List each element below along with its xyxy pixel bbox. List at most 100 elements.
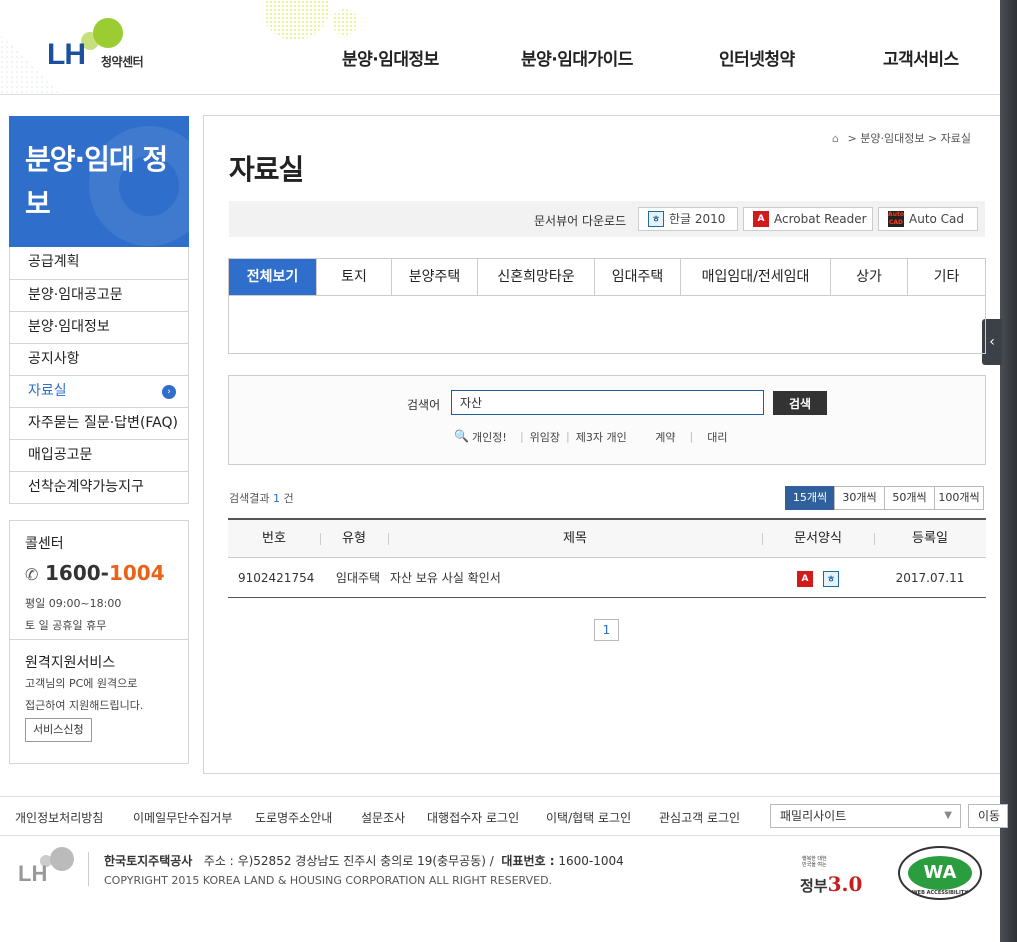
- rep-number-label: 대표번호 :: [501, 854, 555, 868]
- gnb-customer-service[interactable]: 고객서비스: [883, 45, 959, 70]
- family-site-go-button[interactable]: 이동: [968, 804, 1008, 828]
- viewer-button-label: Auto Cad: [909, 212, 965, 226]
- footer-links: 개인정보처리방침 이메일무단수집거부 도로명주소안내 설문조사 대행접수자 로그…: [0, 796, 1008, 836]
- resource-table: 번호 유형 제목 문서양식 등록일 9102421754 임대주택 자산 보유 …: [228, 518, 986, 598]
- sidebar-item-sale-rent-info[interactable]: 분양·임대정보: [10, 311, 188, 343]
- per-page-30[interactable]: 30개씩: [834, 486, 885, 510]
- sidebar-item-label: 분양·임대공고문: [28, 287, 123, 303]
- footer-logo-circle-large: [50, 847, 74, 871]
- keyword-link[interactable]: 개인정!: [472, 429, 514, 445]
- sidebar-item-announcements[interactable]: 공지사항: [10, 343, 188, 375]
- chevron-down-icon: ▼: [944, 810, 952, 821]
- table-row: 9102421754 임대주택 자산 보유 사실 확인서 Aㅎ 2017.07.…: [228, 558, 986, 598]
- family-site-select[interactable]: 패밀리사이트 ▼: [770, 804, 961, 828]
- result-number: 1: [272, 492, 280, 505]
- footer-link-road-address[interactable]: 도로명주소안내: [255, 809, 332, 826]
- remote-desc-line1: 고객님의 PC에 원격으로: [25, 677, 138, 690]
- tab-commercial[interactable]: 상가: [830, 259, 907, 295]
- gnb-sale-rent-guide[interactable]: 분양·임대가이드: [521, 45, 633, 70]
- search-label: 검색어: [407, 398, 441, 412]
- breadcrumb: ⌂ > 분양·임대정보 > 자료실: [832, 130, 971, 146]
- per-page-100[interactable]: 100개씩: [934, 486, 984, 510]
- sidebar-item-resources[interactable]: 자료실 ›: [10, 375, 188, 407]
- keyword-sep: |: [689, 430, 694, 443]
- viewer-button-label: Acrobat Reader: [774, 212, 867, 226]
- page-number-current[interactable]: 1: [594, 619, 619, 641]
- page-title: 자료실: [229, 153, 304, 186]
- call-center-title: 콜센터: [25, 536, 64, 552]
- weekday-hours: 평일 09:00~18:00: [25, 597, 122, 610]
- divider: [10, 639, 188, 640]
- autocad-button[interactable]: Auto CAD Auto Cad: [878, 207, 978, 231]
- logo-subtitle: 청약센터: [101, 55, 144, 69]
- keyword-link[interactable]: 제3자 개인: [576, 429, 640, 445]
- sidebar-item-label: 공지사항: [28, 351, 80, 367]
- search-button[interactable]: 검색: [773, 391, 827, 415]
- call-center-number: ✆ 1600-1004: [25, 561, 165, 585]
- sidebar-item-label: 자주묻는 질문·답변(FAQ): [28, 415, 178, 431]
- footer-link-survey[interactable]: 설문조사: [361, 809, 405, 826]
- gnb-internet-subscription[interactable]: 인터넷청약: [719, 45, 795, 70]
- sidebar-item-faq[interactable]: 자주묻는 질문·답변(FAQ): [10, 407, 188, 439]
- tab-all[interactable]: 전체보기: [229, 259, 316, 295]
- sidebar-item-notices-sale-rent[interactable]: 분양·임대공고문: [10, 279, 188, 311]
- viewer-button-label: 한글 2010: [669, 212, 726, 226]
- sidebar-item-label: 매입공고문: [28, 447, 93, 463]
- keyword-link[interactable]: 위임장: [530, 429, 560, 445]
- hwp-download-icon[interactable]: ㅎ: [823, 570, 839, 587]
- tab-land[interactable]: 토지: [316, 259, 391, 295]
- remote-support-title: 원격지원서비스: [25, 655, 116, 671]
- tab-purchase-lease-rental[interactable]: 매입임대/전세임대: [680, 259, 830, 295]
- sidebar-item-label: 분양·임대정보: [28, 319, 110, 335]
- keyword-link[interactable]: 대리: [707, 429, 727, 445]
- keyword-link[interactable]: 계약: [655, 429, 675, 445]
- breadcrumb-item-sale-rent-info[interactable]: 분양·임대정보: [860, 132, 924, 145]
- sidebar-item-label: 자료실: [28, 383, 67, 399]
- site-header: LH 청약센터 분양·임대정보 분양·임대가이드 인터넷청약 고객서비스: [0, 0, 1000, 95]
- call-center-box: 콜센터 ✆ 1600-1004 평일 09:00~18:00 토 일 공휴일 휴무…: [9, 520, 189, 764]
- lh-logo[interactable]: LH 청약센터: [47, 18, 167, 73]
- col-number: 번호: [262, 531, 286, 546]
- service-request-button[interactable]: 서비스신청: [25, 718, 92, 742]
- gov-badge-version: 3.0: [827, 872, 863, 896]
- remote-support-desc: 고객님의 PC에 원격으로 접근하여 지원해드립니다.: [25, 673, 185, 717]
- per-page-15[interactable]: 15개씩: [785, 486, 835, 510]
- footer-link-agent-login[interactable]: 대행접수자 로그인: [427, 809, 519, 826]
- row-number: 9102421754: [238, 571, 315, 585]
- tab-etc[interactable]: 기타: [907, 259, 985, 295]
- tab-newlywed-town[interactable]: 신혼희망타운: [477, 259, 594, 295]
- sidebar-item-first-come-districts[interactable]: 선착순계약가능지구: [10, 471, 188, 503]
- footer-link-partner-login[interactable]: 이택/협택 로그인: [546, 809, 631, 826]
- per-page-selector: 15개씩 30개씩 50개씩 100개씩: [785, 486, 984, 510]
- footer-divider: [88, 852, 89, 886]
- keyword-sep: [646, 430, 650, 443]
- logo-text: LH: [47, 38, 86, 71]
- hwp-viewer-button[interactable]: ㅎ 한글 2010: [638, 207, 738, 231]
- sidebar-item-purchase-notice[interactable]: 매입공고문: [10, 439, 188, 471]
- gnb-sale-rent-info[interactable]: 분양·임대정보: [342, 45, 439, 70]
- tab-sale-housing[interactable]: 분양주택: [391, 259, 477, 295]
- call-center-hours: 평일 09:00~18:00 토 일 공휴일 휴무: [25, 593, 121, 637]
- breadcrumb-item-resources[interactable]: 자료실: [941, 132, 971, 145]
- breadcrumb-sep: >: [847, 132, 857, 145]
- home-icon[interactable]: ⌂: [832, 132, 844, 145]
- holiday-notice: 토 일 공휴일 휴무: [25, 619, 107, 632]
- rep-number: 1600-1004: [558, 854, 624, 868]
- footer-link-email-refusal[interactable]: 이메일무단수집거부: [133, 809, 232, 826]
- search-input[interactable]: [451, 390, 764, 415]
- pdf-download-icon[interactable]: A: [797, 570, 813, 587]
- footer-link-privacy[interactable]: 개인정보처리방침: [15, 809, 103, 826]
- sidebar-item-supply-plan[interactable]: 공급계획: [10, 247, 188, 279]
- acrobat-reader-button[interactable]: A Acrobat Reader: [743, 207, 873, 231]
- sidebar-title: 분양·임대 정보: [25, 143, 168, 220]
- search-panel: 검색어 검색 🔍개인정! | 위임장 | 제3자 개인 계약 | 대리: [228, 375, 986, 465]
- footer-link-customer-login[interactable]: 관심고객 로그인: [659, 809, 740, 826]
- logo-circle-large: [93, 18, 123, 48]
- sidebar-item-label: 공급계획: [28, 254, 80, 270]
- gov30-badge: 행복한 대한민국을 여는 정부3.0: [798, 852, 878, 897]
- row-title-link[interactable]: 자산 보유 사실 확인서: [390, 558, 762, 597]
- per-page-50[interactable]: 50개씩: [884, 486, 935, 510]
- remote-desc-line2: 접근하여 지원해드립니다.: [25, 699, 144, 712]
- search-icon: 🔍: [454, 429, 469, 443]
- tab-rental-housing[interactable]: 임대주택: [594, 259, 680, 295]
